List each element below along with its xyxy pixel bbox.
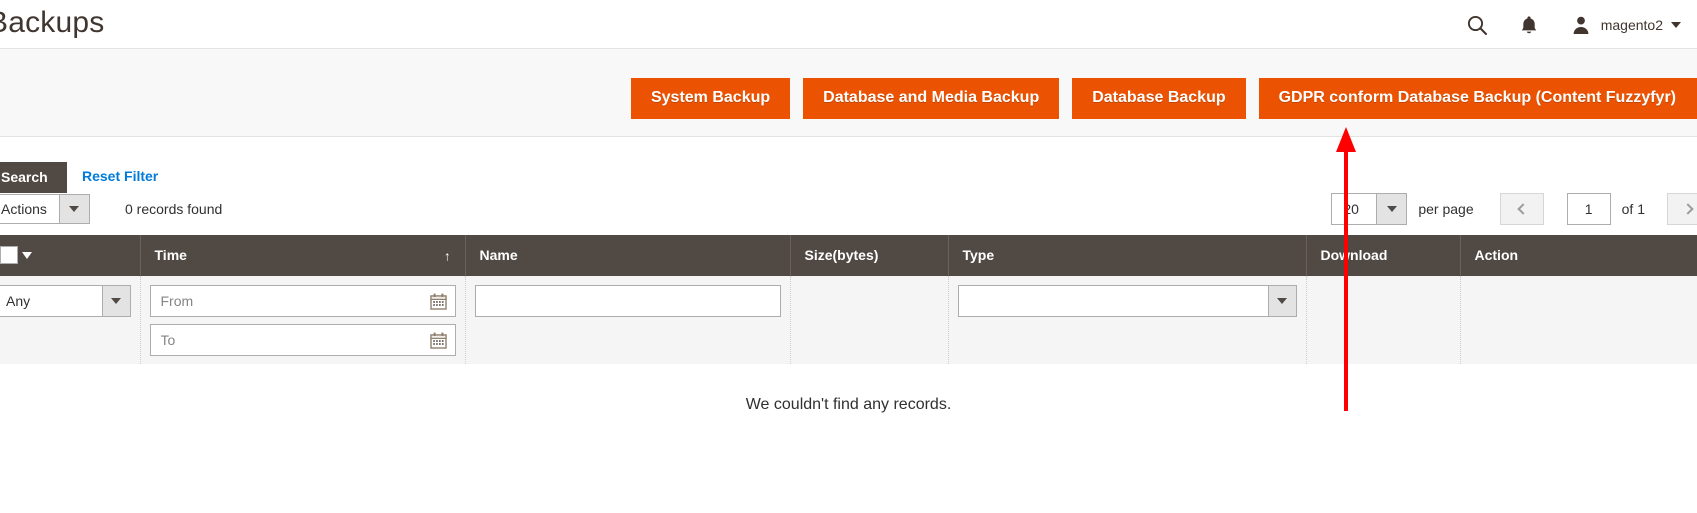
column-header-download[interactable]: Download	[1306, 235, 1461, 276]
actions-dropdown[interactable]: Actions	[0, 194, 90, 224]
empty-state: We couldn't find any records.	[0, 364, 1697, 414]
filter-cell-type	[948, 276, 1307, 367]
time-from-input[interactable]	[149, 285, 456, 317]
filter-cell-time	[140, 276, 466, 367]
column-header-select-all[interactable]	[0, 235, 141, 276]
type-filter-value	[959, 286, 1268, 316]
time-to-field	[149, 324, 456, 356]
backup-buttons-group: System Backup Database and Media Backup …	[630, 78, 1697, 119]
column-header-type[interactable]: Type	[948, 235, 1307, 276]
page-title: Backups	[0, 6, 105, 39]
total-pages-label: of 1	[1621, 201, 1645, 217]
time-from-field	[149, 285, 456, 317]
user-avatar-icon	[1568, 12, 1594, 38]
chevron-left-icon	[1517, 203, 1529, 215]
page-header: Backups	[0, 0, 1697, 49]
calendar-icon[interactable]	[430, 331, 448, 349]
select-all-checkbox[interactable]	[0, 246, 18, 264]
type-filter-dropdown[interactable]	[957, 285, 1297, 317]
reset-filter-link[interactable]: Reset Filter	[82, 168, 158, 184]
calendar-icon[interactable]	[430, 292, 448, 310]
empty-state-message: We couldn't find any records.	[0, 364, 1697, 414]
column-header-size[interactable]: Size(bytes)	[790, 235, 949, 276]
bell-icon[interactable]	[1516, 12, 1542, 38]
column-label-action: Action	[1474, 247, 1519, 263]
filter-cell-download	[1306, 276, 1461, 367]
backups-grid: Search Reset Filter Actions 0 records fo…	[0, 138, 1697, 367]
table-filter-row: Any	[0, 276, 1697, 367]
per-page-dropdown[interactable]: 20	[1331, 193, 1408, 225]
time-to-input[interactable]	[149, 324, 456, 356]
name-filter-input[interactable]	[474, 285, 781, 317]
per-page-label: per page	[1418, 201, 1474, 217]
column-label-name: Name	[479, 247, 518, 263]
chevron-down-icon	[1376, 194, 1407, 224]
table-header-row: Time ↑ Name Size(bytes) Type Download Ac…	[0, 235, 1697, 276]
previous-page-button[interactable]	[1499, 193, 1544, 225]
database-and-media-backup-button[interactable]: Database and Media Backup	[803, 78, 1060, 119]
page-actions-bar: System Backup Database and Media Backup …	[0, 49, 1697, 137]
filter-cell-select-all: Any	[0, 276, 141, 367]
gdpr-conform-database-backup-button[interactable]: GDPR conform Database Backup (Content Fu…	[1258, 78, 1697, 119]
next-page-button[interactable]	[1667, 193, 1697, 225]
column-header-time[interactable]: Time ↑	[140, 235, 466, 276]
chevron-down-icon	[58, 195, 89, 223]
chevron-down-icon	[101, 286, 130, 316]
database-backup-button[interactable]: Database Backup	[1072, 78, 1246, 119]
select-all-filter-dropdown[interactable]: Any	[0, 285, 131, 317]
column-label-size: Size(bytes)	[804, 247, 879, 263]
grid-search-row: Search Reset Filter	[0, 138, 1697, 193]
filter-cell-action	[1460, 276, 1697, 367]
column-label-time: Time	[154, 247, 187, 263]
chevron-down-icon	[1267, 286, 1296, 316]
chevron-down-icon[interactable]	[18, 246, 36, 264]
column-header-name[interactable]: Name	[465, 235, 791, 276]
filter-cell-size	[790, 276, 949, 367]
backups-page: Backups	[0, 0, 1697, 513]
page-number-input[interactable]	[1566, 193, 1611, 225]
records-found-text: 0 records found	[125, 201, 223, 217]
table-body: Any	[0, 276, 1697, 367]
table-header: Time ↑ Name Size(bytes) Type Download Ac…	[0, 235, 1697, 276]
backups-table: Time ↑ Name Size(bytes) Type Download Ac…	[0, 235, 1697, 367]
column-header-action[interactable]: Action	[1460, 235, 1697, 276]
grid-pager: 20 per page of 1	[1331, 193, 1697, 225]
grid-toolbar-row: Actions 0 records found 20 per page 1 of…	[0, 185, 1697, 235]
actions-dropdown-label: Actions	[1, 201, 47, 217]
chevron-down-icon	[1671, 21, 1681, 28]
user-name: magento2	[1600, 16, 1663, 33]
search-icon[interactable]	[1464, 12, 1490, 38]
sort-ascending-icon: ↑	[444, 248, 451, 263]
chevron-right-icon	[1681, 203, 1694, 215]
column-label-download: Download	[1320, 247, 1388, 263]
select-all-filter-value: Any	[6, 293, 31, 309]
system-backup-button[interactable]: System Backup	[630, 78, 791, 119]
user-menu[interactable]: magento2	[1568, 12, 1683, 38]
filter-cell-name	[465, 276, 791, 367]
header-actions: magento2	[1464, 0, 1683, 49]
column-label-type: Type	[962, 247, 995, 263]
per-page-value: 20	[1343, 201, 1359, 217]
